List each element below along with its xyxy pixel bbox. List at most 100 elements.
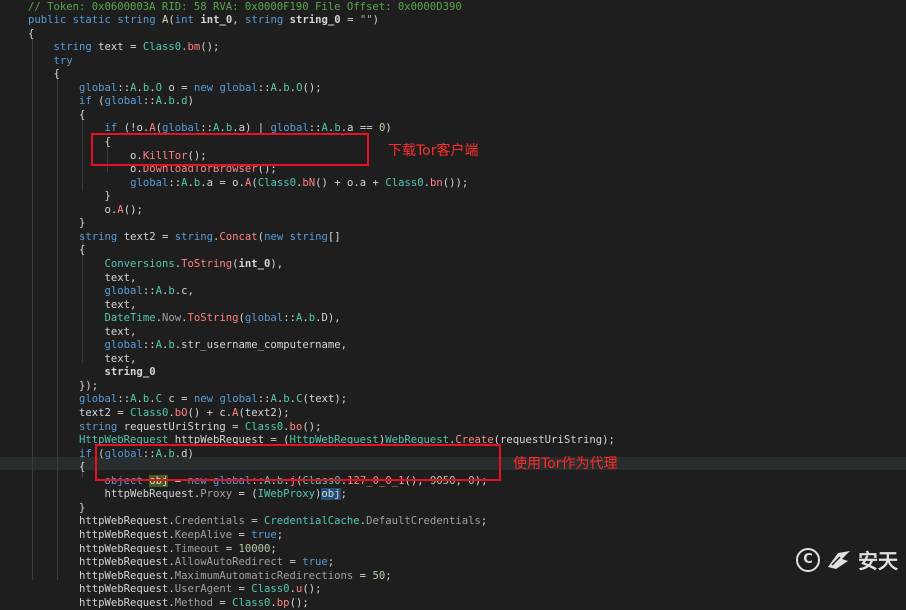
code-token: Proxy bbox=[200, 488, 233, 501]
code-token: Now bbox=[161, 312, 182, 325]
code-token: () + o.a + bbox=[315, 176, 386, 189]
code-token: text, bbox=[28, 298, 137, 311]
callout-box-tor-proxy bbox=[95, 444, 501, 481]
code-token: (); bbox=[302, 420, 322, 433]
code-token: (requestUriString); bbox=[493, 434, 615, 447]
code-token: int_0 bbox=[238, 257, 271, 270]
code-line: httpWebRequest.Credentials = CredentialC… bbox=[28, 515, 487, 529]
code-token: global bbox=[219, 393, 258, 406]
code-token: string bbox=[53, 41, 92, 54]
code-token: int bbox=[174, 14, 194, 27]
code-token: string bbox=[174, 230, 213, 243]
copyright-icon: C bbox=[796, 547, 820, 572]
code-token: () + c. bbox=[187, 407, 233, 419]
code-token: (text2); bbox=[238, 407, 290, 419]
code-token: new bbox=[264, 230, 284, 243]
code-token: bO bbox=[174, 407, 188, 419]
code-line: { bbox=[28, 461, 85, 475]
code-token: ()); bbox=[442, 176, 469, 189]
code-token: :: bbox=[257, 393, 271, 406]
code-token: string_0 bbox=[104, 366, 156, 379]
code-line: global::A.b.str_username_computername, bbox=[28, 339, 347, 353]
callout-label-download-tor: 下载Tor客户端 bbox=[388, 143, 479, 159]
code-token: = bbox=[232, 583, 252, 596]
code-token: httpWebRequest. bbox=[28, 515, 175, 528]
code-line: httpWebRequest.UserAgent = Class0.u(); bbox=[28, 583, 321, 597]
code-token: (); bbox=[123, 203, 143, 216]
code-token: ), bbox=[270, 257, 284, 270]
antiy-bird-icon bbox=[828, 550, 850, 569]
code-token: bm bbox=[187, 41, 201, 54]
code-token: if bbox=[79, 447, 92, 460]
code-token: public bbox=[28, 14, 67, 27]
code-token: = bbox=[283, 556, 303, 569]
code-token: string bbox=[244, 14, 284, 27]
code-token: :: bbox=[283, 312, 296, 325]
code-token: :: bbox=[117, 393, 131, 406]
code-token: Class0 bbox=[251, 583, 290, 596]
code-token: true bbox=[251, 528, 277, 541]
code-token: = bbox=[219, 542, 239, 555]
code-line: } bbox=[28, 217, 85, 231]
code-token: CredentialCache bbox=[264, 515, 360, 528]
code-token: Class0 bbox=[257, 176, 296, 189]
code-token: ; bbox=[276, 528, 284, 541]
code-token: :: bbox=[142, 285, 156, 298]
code-line: string requestUriString = Class0.bo(); bbox=[28, 421, 321, 435]
code-token: true bbox=[302, 556, 328, 569]
code-line: { bbox=[28, 244, 85, 258]
code-token: :: bbox=[142, 339, 156, 352]
code-token: new bbox=[193, 81, 214, 94]
code-token: Concat bbox=[219, 230, 258, 243]
code-token: = bbox=[244, 515, 265, 528]
code-token: Class0 bbox=[385, 176, 424, 189]
code-token: UserAgent bbox=[174, 583, 233, 596]
code-line: { bbox=[28, 109, 85, 123]
code-token: new bbox=[193, 393, 214, 406]
code-token: text, bbox=[28, 352, 137, 365]
code-token: DateTime bbox=[104, 312, 156, 325]
code-line: global::A.b.c, bbox=[28, 285, 194, 299]
code-token: try bbox=[53, 54, 73, 67]
code-token: bN bbox=[302, 176, 316, 189]
code-token: bp bbox=[276, 596, 290, 609]
code-token: Class0 bbox=[232, 596, 271, 609]
code-token: 10000 bbox=[238, 542, 271, 555]
code-line: string_0 bbox=[28, 366, 156, 380]
code-token: httpWebRequest. bbox=[28, 488, 201, 501]
code-token: obj bbox=[321, 488, 341, 501]
code-token: { bbox=[28, 68, 60, 81]
code-line: } bbox=[28, 190, 111, 204]
code-token: Method bbox=[174, 596, 213, 609]
code-token: global bbox=[104, 95, 143, 108]
code-token: Timeout bbox=[174, 542, 220, 555]
code-token: DefaultCredentials bbox=[366, 515, 481, 528]
code-token: :: bbox=[117, 81, 131, 94]
code-token: string bbox=[289, 230, 328, 243]
code-line: } bbox=[28, 502, 85, 516]
code-token: (); bbox=[289, 596, 309, 609]
code-line: o.A(); bbox=[28, 204, 143, 218]
code-token: { bbox=[28, 461, 86, 474]
code-token: static bbox=[72, 14, 111, 27]
code-editor[interactable]: // Token: 0x0600003A RID: 58 RVA: 0x0000… bbox=[0, 0, 906, 609]
code-line: httpWebRequest.Proxy = (IWebProxy)obj; bbox=[28, 488, 347, 502]
code-token: (); bbox=[302, 81, 322, 94]
code-token: .str_username_computername, bbox=[174, 339, 347, 352]
code-token: httpWebRequest. bbox=[28, 583, 175, 596]
code-token: text, bbox=[28, 325, 137, 338]
code-line: public static string A(int int_0, string… bbox=[28, 14, 379, 28]
code-token: global bbox=[79, 81, 118, 94]
code-token: "" bbox=[359, 14, 373, 27]
code-token: = bbox=[340, 14, 360, 27]
code-token: o = bbox=[162, 81, 194, 94]
code-token: { bbox=[28, 108, 86, 121]
code-token: { bbox=[28, 27, 35, 40]
code-token: string bbox=[79, 230, 118, 243]
